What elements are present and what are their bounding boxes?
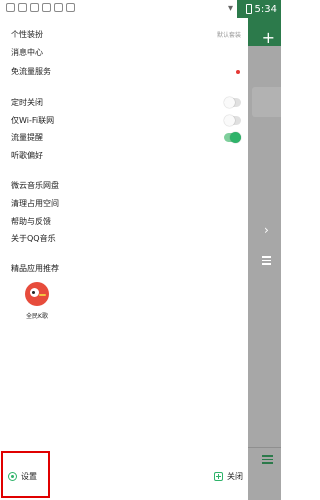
- wifi-icon: ▾: [227, 3, 233, 14]
- battery-icon: [245, 4, 252, 14]
- karaoke-app-label[interactable]: 全民K歌: [17, 311, 57, 320]
- menu-item-messages[interactable]: 消息中心: [11, 48, 43, 58]
- data-alert-toggle[interactable]: [224, 132, 241, 143]
- background-app-header: +: [248, 18, 281, 46]
- menu-item-clean-storage[interactable]: 清理占用空间: [11, 199, 59, 209]
- section-featured-apps: 精品应用推荐: [11, 264, 59, 273]
- menu-item-sleep-timer[interactable]: 定时关闭: [11, 98, 43, 108]
- notification-dot: [236, 70, 240, 74]
- menu-item-help-feedback[interactable]: 帮助与反馈: [11, 217, 51, 227]
- menu-item-free-data[interactable]: 免流量服务: [11, 67, 51, 77]
- menu-item-weiyun-drive[interactable]: 微云音乐网盘: [11, 181, 59, 191]
- notification-icon: [6, 3, 15, 12]
- status-bar: ▾ 5:34: [0, 0, 281, 18]
- personalize-status: 默认套装: [216, 32, 241, 39]
- karaoke-app-icon[interactable]: [25, 282, 49, 306]
- menu-item-data-alert[interactable]: 流量提醒: [11, 133, 43, 143]
- menu-item-wifi-only[interactable]: 仅Wi-Fi联网: [11, 116, 54, 126]
- notification-icon: [54, 3, 63, 12]
- list-icon: [262, 256, 271, 265]
- sleep-timer-toggle[interactable]: [224, 97, 241, 108]
- playlist-icon[interactable]: [262, 455, 273, 464]
- background-card: [252, 87, 281, 117]
- chevron-right-icon: ›: [264, 223, 269, 237]
- menu-item-personalize[interactable]: 个性装扮: [11, 30, 43, 40]
- highlight-box: [1, 451, 50, 498]
- close-icon: [214, 472, 223, 481]
- notification-icon: [18, 3, 27, 12]
- status-bar-right: 5:34: [237, 0, 281, 18]
- notification-icon: [66, 3, 75, 12]
- close-button[interactable]: 关闭: [214, 471, 243, 482]
- wifi-only-toggle[interactable]: [224, 115, 241, 126]
- menu-item-listening-prefs[interactable]: 听歌偏好: [11, 151, 43, 161]
- clock: 5:34: [254, 3, 277, 15]
- notification-icon: [30, 3, 39, 12]
- close-label: 关闭: [227, 472, 243, 481]
- notification-icon: [42, 3, 51, 12]
- side-drawer: 个性装扮 默认套装 消息中心 免流量服务 定时关闭 仅Wi-Fi联网 流量提醒 …: [0, 18, 248, 500]
- menu-item-about[interactable]: 关于QQ音乐: [11, 234, 56, 244]
- add-icon[interactable]: +: [262, 30, 275, 46]
- notification-icons: [6, 3, 75, 12]
